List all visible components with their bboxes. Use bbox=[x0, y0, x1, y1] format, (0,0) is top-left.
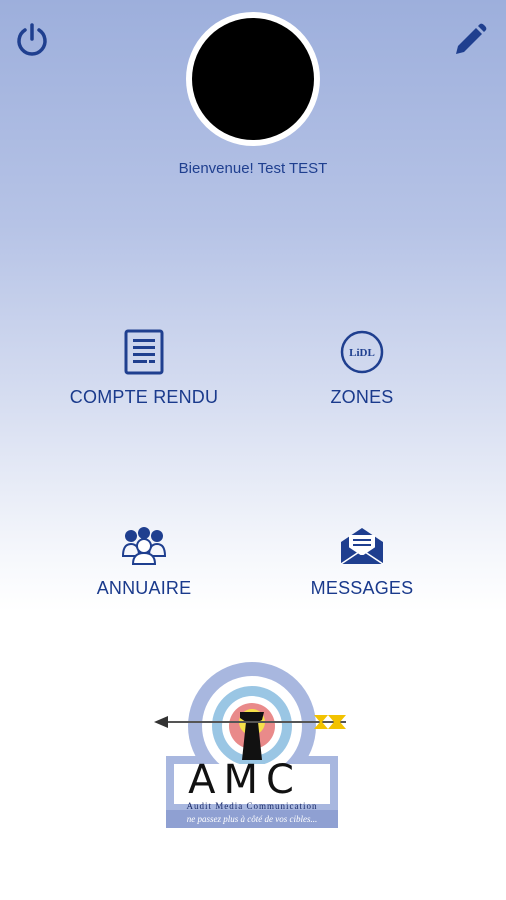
avatar-image bbox=[192, 18, 314, 140]
messages-label: MESSAGES bbox=[310, 578, 414, 598]
zones-button[interactable]: LiDL ZONES bbox=[262, 325, 462, 408]
people-icon bbox=[121, 527, 167, 565]
amc-logo: AMC Audit Media Communication ne passez … bbox=[150, 660, 354, 832]
compte-rendu-button[interactable]: COMPTE RENDU bbox=[44, 325, 244, 408]
logo-tagline: ne passez plus à côté de vos cibles... bbox=[186, 814, 318, 824]
annuaire-label: ANNUAIRE bbox=[96, 578, 192, 598]
lidl-logo-text: LiDL bbox=[349, 347, 375, 359]
avatar[interactable] bbox=[186, 12, 320, 146]
lidl-icon: LiDL bbox=[340, 330, 384, 374]
power-button[interactable] bbox=[12, 20, 52, 60]
edit-profile-button[interactable] bbox=[450, 20, 490, 60]
logo-subtitle: Audit Media Communication bbox=[186, 801, 318, 811]
power-icon bbox=[17, 23, 47, 56]
annuaire-button[interactable]: ANNUAIRE bbox=[44, 516, 244, 599]
pencil-icon bbox=[456, 23, 487, 54]
envelope-icon bbox=[340, 528, 384, 565]
welcome-text: Bienvenue! Test TEST bbox=[178, 160, 328, 177]
zones-label: ZONES bbox=[330, 387, 394, 407]
logo-title: AMC bbox=[188, 757, 302, 803]
messages-button[interactable]: MESSAGES bbox=[262, 516, 462, 599]
compte-rendu-label: COMPTE RENDU bbox=[69, 387, 219, 407]
document-icon bbox=[124, 329, 164, 375]
